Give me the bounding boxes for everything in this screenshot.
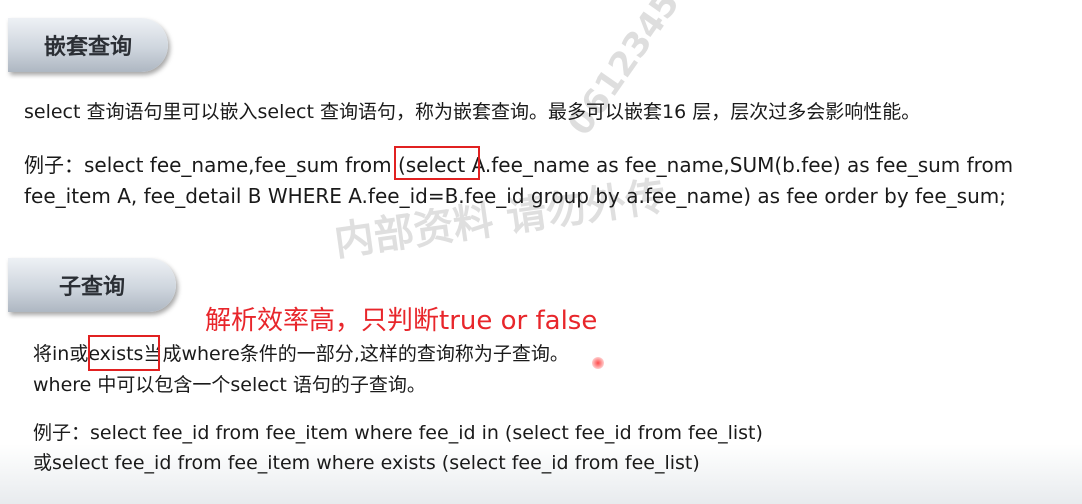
subquery-description-line-2: where 中可以包含一个select 语句的子查询。 bbox=[33, 374, 426, 396]
highlight-box-exists bbox=[88, 335, 160, 371]
section-title-nested-query: 嵌套查询 bbox=[8, 18, 168, 72]
cursor-pointer-dot bbox=[592, 357, 604, 369]
subquery-example-line-2: 或select fee_id from fee_item where exist… bbox=[33, 452, 700, 474]
annotation-note: 解析效率高，只判断true or false bbox=[205, 306, 598, 336]
section-title-subquery: 子查询 bbox=[8, 258, 176, 312]
nested-query-example-line-2: fee_item A, fee_detail B WHERE A.fee_id=… bbox=[24, 184, 1006, 208]
subquery-example-line-1: 例子：select fee_id from fee_item where fee… bbox=[33, 422, 763, 444]
highlight-box-select bbox=[394, 146, 480, 180]
nested-query-description: select 查询语句里可以嵌入select 查询语句，称为嵌套查询。最多可以嵌… bbox=[24, 101, 921, 123]
nested-query-example-line-1: 例子：select fee_name,fee_sum from (select … bbox=[24, 153, 1014, 177]
watermark: 内部资料 请勿外传 bbox=[331, 173, 669, 266]
